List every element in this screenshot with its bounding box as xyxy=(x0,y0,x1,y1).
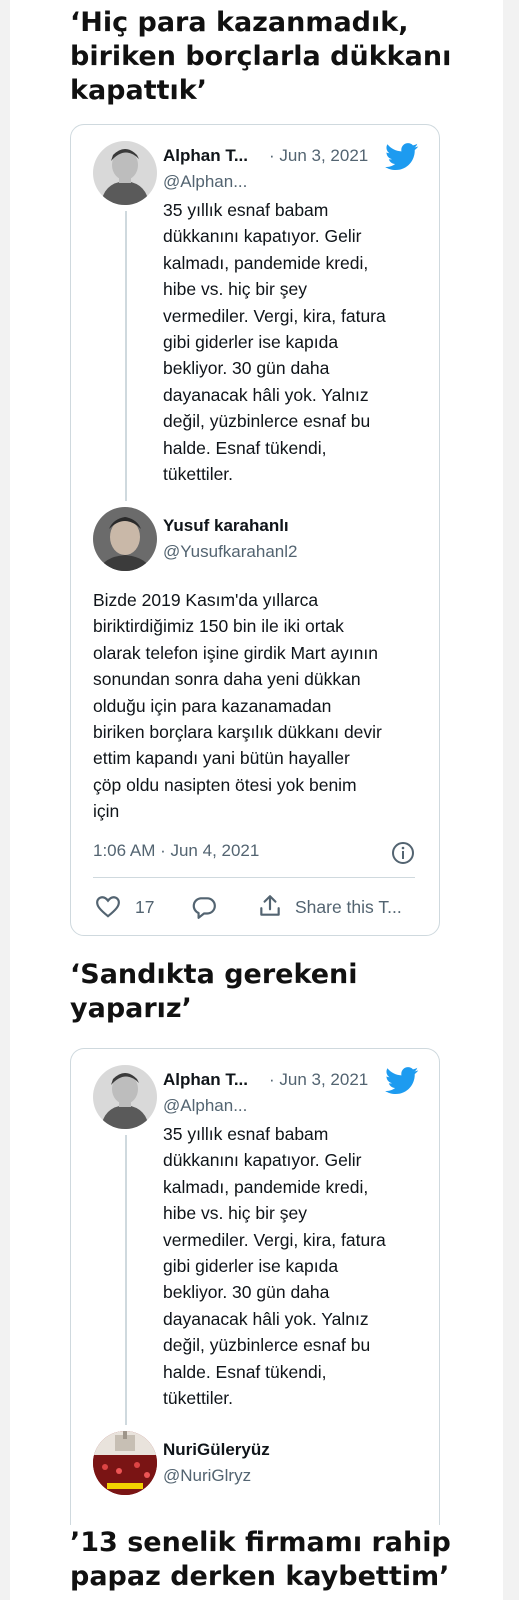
tweet-date[interactable]: · Jun 3, 2021 xyxy=(269,1069,368,1091)
article-page: ‘Hiç para kazanmadık, biriken borçlarla … xyxy=(0,0,519,1600)
reply-author-name[interactable]: NuriGüleryüz xyxy=(163,1439,270,1461)
parent-tweet-text: 35 yıllık esnaf babam dükkanını kapatıyo… xyxy=(163,1124,386,1409)
avatar-alphan[interactable] xyxy=(93,1065,157,1129)
heart-icon[interactable] xyxy=(95,894,121,920)
avatar-alphan[interactable] xyxy=(93,141,157,205)
thread-connector-line xyxy=(125,1135,127,1425)
page-edge-right xyxy=(503,0,519,1600)
avatar-nuri[interactable] xyxy=(93,1431,157,1495)
reply-timestamp[interactable]: 1:06 AM · Jun 4, 2021 xyxy=(93,841,259,861)
author-name[interactable]: Alphan T... xyxy=(163,145,248,167)
share-button-label[interactable]: Share this T... xyxy=(295,897,402,918)
author-handle[interactable]: @Alphan... xyxy=(163,171,247,193)
reply-tweet-text: Bizde 2019 Kasım'da yıllarca biriktirdiğ… xyxy=(93,590,382,822)
twitter-bird-icon[interactable] xyxy=(385,143,419,171)
avatar-yusuf[interactable] xyxy=(93,507,157,571)
parent-tweet-text: 35 yıllık esnaf babam dükkanını kapatıyo… xyxy=(163,200,386,485)
author-handle[interactable]: @Alphan... xyxy=(163,1095,247,1117)
share-icon[interactable] xyxy=(257,893,283,919)
thread-connector-line xyxy=(125,211,127,501)
reply-author-handle[interactable]: @NuriGlryz xyxy=(163,1465,251,1487)
author-name[interactable]: Alphan T... xyxy=(163,1069,248,1091)
section-heading-2: ‘Sandıkta gerekeni yaparız’ xyxy=(70,959,358,1024)
info-icon[interactable] xyxy=(391,841,415,865)
tweet-embed-2[interactable]: Alphan T... · Jun 3, 2021 @Alphan... 35 … xyxy=(70,1048,440,1525)
reply-author-handle[interactable]: @Yusufkarahanl2 xyxy=(163,541,297,563)
tweet-date[interactable]: · Jun 3, 2021 xyxy=(269,145,368,167)
actions-divider xyxy=(93,877,415,878)
page-edge-left xyxy=(0,0,10,1600)
section-heading-3: ’13 senelik firmamı rahip papaz derken k… xyxy=(70,1527,451,1592)
like-count[interactable]: 17 xyxy=(135,897,154,918)
tweet-embed-1[interactable]: Alphan T... · Jun 3, 2021 @Alphan... 35 … xyxy=(70,124,440,936)
reply-author-name[interactable]: Yusuf karahanlı xyxy=(163,515,289,537)
section-heading-1: ‘Hiç para kazanmadık, biriken borçlarla … xyxy=(70,7,452,106)
twitter-bird-icon[interactable] xyxy=(385,1067,419,1095)
reply-icon[interactable] xyxy=(191,894,217,920)
